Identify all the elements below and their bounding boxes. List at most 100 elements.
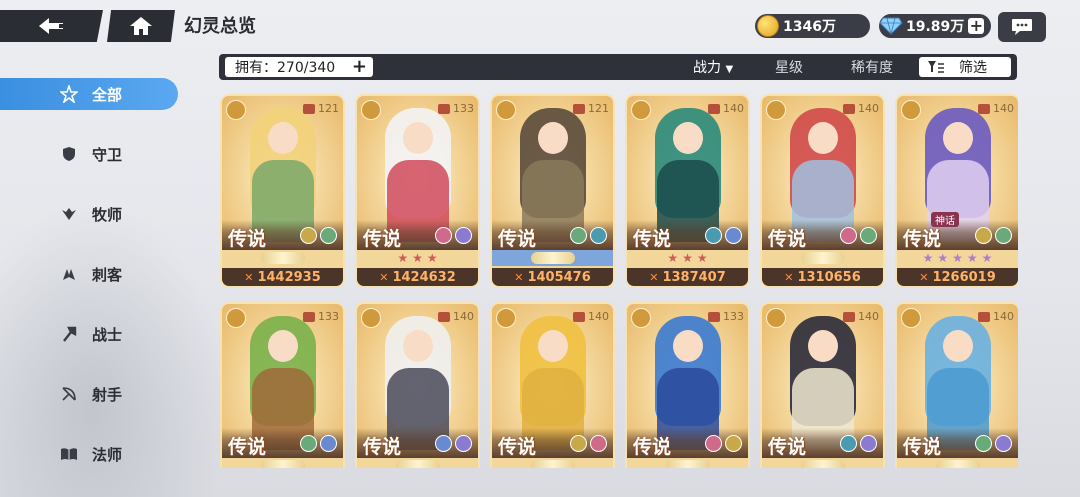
hero-face <box>943 330 973 362</box>
star-icon: ★ <box>667 251 679 265</box>
element-icon <box>975 227 992 244</box>
sidebar-item-archer[interactable]: 射手 <box>0 378 178 410</box>
owned-count: 拥有：270/340 <box>235 60 336 76</box>
wing-emblem-icon <box>935 460 980 468</box>
hero-level: 140 <box>438 310 474 323</box>
page-title: 幻灵总览 <box>184 16 256 37</box>
filter-button[interactable]: 筛选 <box>919 57 1011 77</box>
element-icons <box>705 435 742 452</box>
top-bar: 幻灵总览 1346万 19.89万 + <box>0 0 1080 52</box>
expand-plus-icon[interactable]: + <box>352 57 367 76</box>
hero-face <box>808 330 838 362</box>
caret-down-icon: ▼ <box>725 64 734 75</box>
level-value: 140 <box>993 310 1014 323</box>
power-value: ✕ 1387407 <box>627 268 748 286</box>
level-icon <box>708 311 720 322</box>
star-row: ★ ★ ★ ★ ★ <box>897 250 1018 266</box>
sidebar-item-label: 守卫 <box>92 145 123 164</box>
sort-rarity-button[interactable]: 稀有度 <box>851 57 893 77</box>
element-icon <box>840 435 857 452</box>
hero-level: 133 <box>708 310 744 323</box>
hero-card[interactable]: 121 传说 ✕ 1442935 <box>220 94 345 288</box>
element-icons <box>300 227 337 244</box>
element-icons <box>975 227 1012 244</box>
sort-power-button[interactable]: 战力 ▼ <box>693 57 733 77</box>
wing-emblem-icon <box>800 460 845 468</box>
filter-bar: 拥有：270/340 + 战力 ▼ 星级 稀有度 筛选 <box>219 54 1017 80</box>
hero-face <box>538 122 568 154</box>
hero-card[interactable]: 140 传说 <box>760 302 885 468</box>
rarity-label: 传说 <box>768 436 807 458</box>
hero-card[interactable]: 140 传说 <box>895 302 1018 468</box>
level-value: 133 <box>723 310 744 323</box>
sidebar-item-guard[interactable]: 守卫 <box>0 138 178 170</box>
guard-class-icon <box>361 308 381 328</box>
element-icons <box>435 435 472 452</box>
hero-card[interactable]: 140 神话 传说 ★ ★ ★ ★ ★ ✕ 1266019 <box>895 94 1018 288</box>
hero-card[interactable]: 140 传说 ★ ★ ★ ✕ 1387407 <box>625 94 750 288</box>
sidebar-item-warrior[interactable]: 战士 <box>0 318 178 350</box>
rarity-label: 传说 <box>633 228 672 250</box>
rarity-label: 传说 <box>228 436 267 458</box>
owned-count-box[interactable]: 拥有：270/340 + <box>225 57 373 77</box>
rarity-label: 传说 <box>903 436 942 458</box>
gold-amount: 1346万 <box>783 19 836 35</box>
level-value: 140 <box>858 102 879 115</box>
filter-label: 筛选 <box>959 60 987 76</box>
element-icon <box>320 435 337 452</box>
star-row: ★ ★ ★ <box>357 250 478 266</box>
element-icon <box>840 227 857 244</box>
element-icons <box>300 435 337 452</box>
hero-level: 140 <box>843 102 879 115</box>
chat-button[interactable] <box>998 12 1046 42</box>
hero-card[interactable]: 140 传说 <box>355 302 480 468</box>
hero-level: 133 <box>303 310 339 323</box>
star-row <box>492 250 613 266</box>
sort-star-button[interactable]: 星级 <box>775 57 803 77</box>
guard-class-icon <box>901 100 921 120</box>
gem-counter[interactable]: 19.89万 + <box>879 14 991 38</box>
gold-counter[interactable]: 1346万 <box>755 14 870 38</box>
warrior-class-icon <box>631 100 651 120</box>
hero-face <box>673 122 703 154</box>
sidebar-item-assassin[interactable]: 刺客 <box>0 258 178 290</box>
rarity-label: 传说 <box>228 228 267 250</box>
rarity-label: 传说 <box>498 436 537 458</box>
element-icon <box>705 227 722 244</box>
filter-icon <box>928 61 944 73</box>
crossed-swords-icon: ✕ <box>514 270 524 284</box>
home-button[interactable] <box>107 10 175 42</box>
level-icon <box>843 311 855 322</box>
element-icons <box>570 435 607 452</box>
power-value: ✕ 1405476 <box>492 268 613 286</box>
star-row <box>222 458 343 468</box>
sidebar-item-priest[interactable]: 牧师 <box>0 198 178 230</box>
level-value: 140 <box>453 310 474 323</box>
element-icon <box>725 435 742 452</box>
hero-card[interactable]: 133 传说 <box>625 302 750 468</box>
power-number: 1405476 <box>527 269 591 285</box>
sidebar-item-all[interactable]: 全部 <box>0 78 178 110</box>
hero-level: 140 <box>978 102 1014 115</box>
hero-card[interactable]: 140 传说 <box>490 302 615 468</box>
star-row <box>357 458 478 468</box>
back-button[interactable] <box>0 10 103 42</box>
level-icon <box>303 311 315 322</box>
rarity-label: 传说 <box>363 228 402 250</box>
hero-card[interactable]: 133 传说 ★ ★ ★ ✕ 1424632 <box>355 94 480 288</box>
hero-card[interactable]: 121 传说 ✕ 1405476 <box>490 94 615 288</box>
claw-icon <box>60 265 78 283</box>
element-icon <box>570 227 587 244</box>
hero-face <box>943 122 973 154</box>
star-icon: ★ <box>397 251 409 265</box>
add-gems-button[interactable]: + <box>968 18 985 34</box>
star-row: ★ ★ ★ <box>627 250 748 266</box>
level-icon <box>708 103 720 114</box>
hero-card[interactable]: 133 传说 <box>220 302 345 468</box>
shield-icon <box>60 145 78 163</box>
rarity-label: 传说 <box>498 228 537 250</box>
hero-card[interactable]: 140 传说 ✕ 1310656 <box>760 94 885 288</box>
star-icon: ★ <box>981 251 993 265</box>
element-icon <box>435 227 452 244</box>
sidebar-item-mage[interactable]: 法师 <box>0 438 178 470</box>
